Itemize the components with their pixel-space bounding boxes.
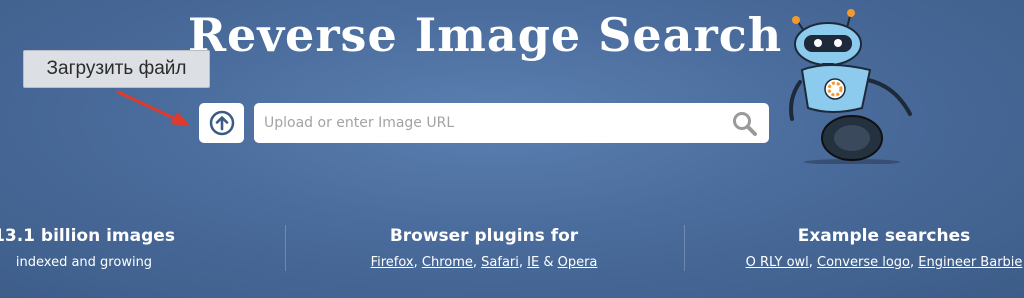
upload-arrow-icon bbox=[209, 110, 234, 136]
stat-examples-heading: Example searches bbox=[797, 226, 971, 246]
plugin-link-opera[interactable]: Opera bbox=[558, 255, 598, 270]
stat-examples: Example searches O RLY owl, Converse log… bbox=[714, 226, 1024, 270]
robot-mascot-image bbox=[789, 9, 912, 164]
example-link-orly-owl[interactable]: O RLY owl bbox=[746, 255, 809, 270]
search-box bbox=[254, 103, 769, 143]
example-link-engineer-barbie[interactable]: Engineer Barbie bbox=[918, 255, 1022, 270]
plugin-link-firefox[interactable]: Firefox bbox=[371, 255, 414, 270]
pointer-arrow-icon bbox=[116, 90, 190, 126]
plugin-links: Firefox, Chrome, Safari, IE & Opera bbox=[370, 255, 598, 270]
stat-images-heading: 13.1 billion images bbox=[0, 226, 175, 246]
example-link-converse-logo[interactable]: Converse logo bbox=[817, 255, 910, 270]
example-links: O RLY owl, Converse logo, Engineer Barbi… bbox=[745, 255, 1023, 270]
plugin-link-chrome[interactable]: Chrome bbox=[422, 255, 473, 270]
upload-file-tooltip: Загрузить файл bbox=[23, 50, 210, 88]
upload-button[interactable] bbox=[199, 103, 244, 143]
stat-images: 13.1 billion images indexed and growing bbox=[0, 226, 188, 270]
stat-images-subtext: indexed and growing bbox=[15, 255, 153, 270]
stat-plugins: Browser plugins for Firefox, Chrome, Saf… bbox=[334, 226, 634, 270]
search-icon[interactable] bbox=[731, 110, 759, 138]
divider bbox=[684, 225, 685, 271]
stat-plugins-heading: Browser plugins for bbox=[389, 226, 579, 246]
plugin-link-safari[interactable]: Safari bbox=[481, 255, 519, 270]
image-url-input[interactable] bbox=[254, 103, 714, 143]
plugin-link-ie[interactable]: IE bbox=[527, 255, 539, 270]
divider bbox=[285, 225, 286, 271]
